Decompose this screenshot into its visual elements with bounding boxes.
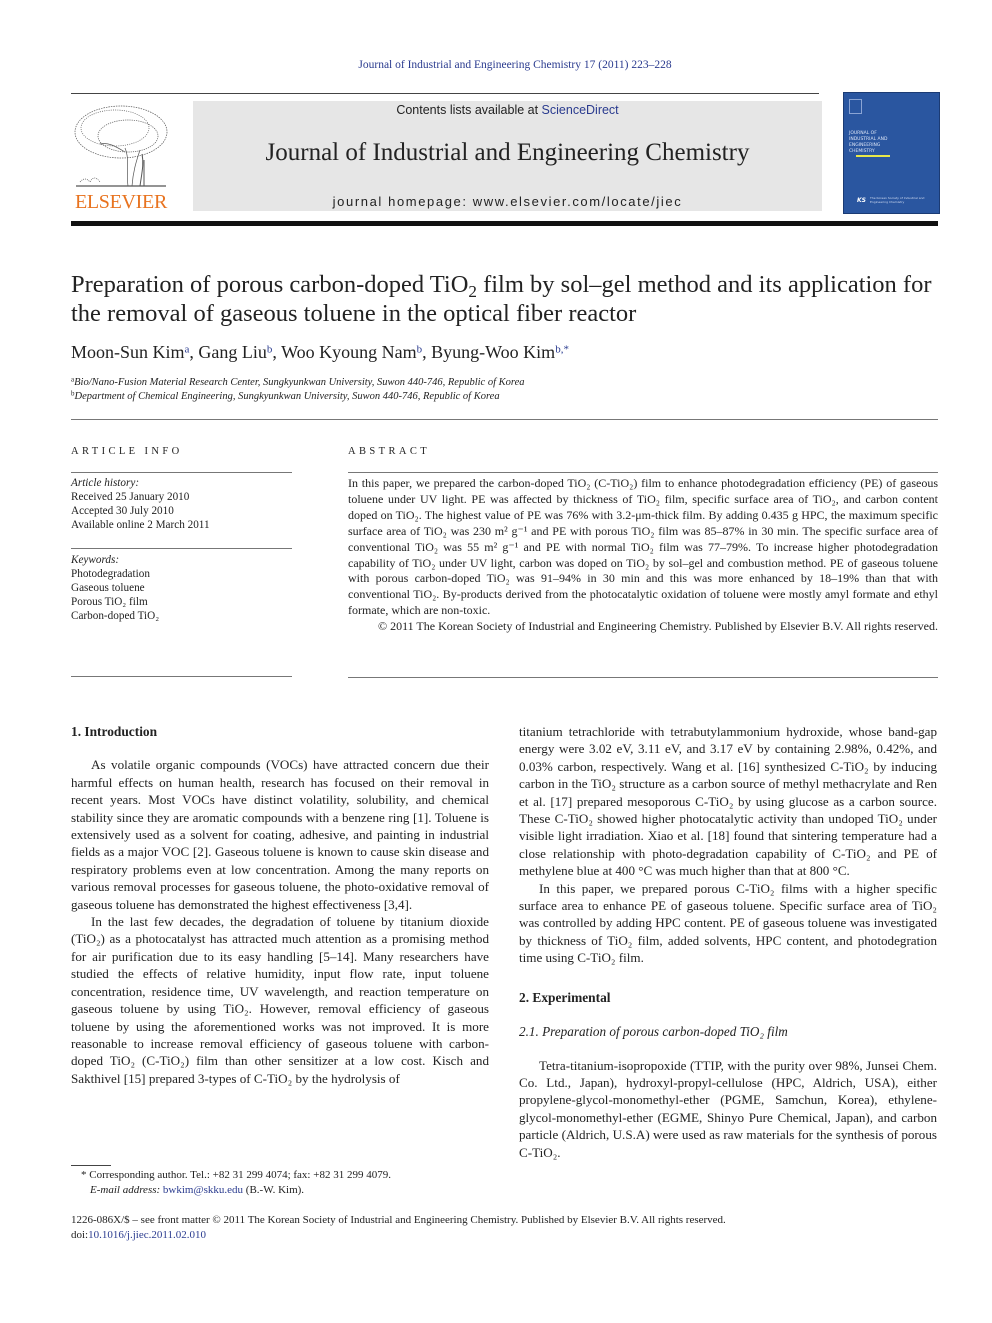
page-footer: 1226-086X/$ – see front matter © 2011 Th…	[71, 1213, 726, 1243]
journal-homepage-link[interactable]: journal homepage: www.elsevier.com/locat…	[193, 194, 822, 209]
journal-cover-thumbnail[interactable]: Journal of Industrial and Engineering Ch…	[843, 92, 940, 214]
doi-link[interactable]: 10.1016/j.jiec.2011.02.010	[88, 1229, 206, 1241]
running-head[interactable]: Journal of Industrial and Engineering Ch…	[0, 59, 992, 71]
body-column-left: 1. Introduction As volatile organic comp…	[71, 723, 489, 1087]
keyword: Gaseous toluene	[71, 582, 145, 594]
elsevier-wordmark: ELSEVIER	[74, 191, 168, 213]
article-title: Preparation of porous carbon-doped TiO2 …	[71, 270, 941, 328]
divider	[348, 677, 938, 678]
keyword: Carbon-doped TiO₂	[71, 610, 160, 622]
affiliation-mark[interactable]: b	[267, 344, 273, 356]
author-list: Moon-Sun Kima, Gang Liub, Woo Kyoung Nam…	[71, 342, 569, 362]
affiliation-mark[interactable]: b,*	[555, 344, 569, 356]
keyword: Porous TiO₂ film	[71, 596, 148, 608]
author-name: Byung-Woo Kim	[431, 342, 556, 362]
divider	[71, 676, 292, 677]
title-text: Preparation of porous carbon-doped TiO	[71, 271, 469, 298]
affiliation-mark[interactable]: a	[185, 344, 190, 356]
history-label: Article history:	[71, 477, 140, 489]
affiliation: aBio/Nano-Fusion Material Research Cente…	[71, 376, 524, 390]
keywords-label: Keywords:	[71, 554, 120, 566]
tree-icon	[74, 105, 168, 187]
paragraph: As volatile organic compounds (VOCs) hav…	[71, 757, 489, 912]
society-logo-icon: KS	[857, 197, 866, 204]
doi-label: doi:	[71, 1229, 89, 1241]
email-suffix: (B.-W. Kim).	[243, 1184, 305, 1196]
affiliation: bDepartment of Chemical Engineering, Sun…	[71, 390, 524, 404]
contents-line: Contents lists available at ScienceDirec…	[193, 103, 822, 117]
corresponding-author-note: * Corresponding author. Tel.: +82 31 299…	[81, 1168, 391, 1183]
paragraph: In this paper, we prepared porous C-TiO₂…	[519, 880, 937, 966]
affiliation-text: Bio/Nano-Fusion Material Research Center…	[74, 377, 525, 388]
corresponding-author-text: Corresponding author. Tel.: +82 31 299 4…	[89, 1169, 391, 1181]
cover-title: Journal of Industrial and Engineering Ch…	[849, 131, 887, 155]
society-name: The Korean Society of Industrial and Eng…	[870, 196, 925, 204]
email-label: E-mail address:	[90, 1184, 163, 1196]
header-rule	[71, 93, 819, 94]
doi-line: doi:10.1016/j.jiec.2011.02.010	[71, 1228, 726, 1243]
journal-banner: Contents lists available at ScienceDirec…	[193, 101, 822, 211]
abstract: In this paper, we prepared the carbon-do…	[348, 476, 938, 635]
affiliation-mark[interactable]: b	[417, 344, 423, 356]
article-history: Article history: Received 25 January 201…	[71, 476, 292, 532]
history-item: Accepted 30 July 2010	[71, 505, 174, 517]
keywords: Keywords: Photodegradation Gaseous tolue…	[71, 553, 292, 623]
keyword: Photodegradation	[71, 568, 150, 580]
divider	[71, 472, 292, 473]
header-thick-rule	[71, 221, 938, 226]
history-item: Received 25 January 2010	[71, 491, 190, 503]
cover-accent-bar	[856, 155, 890, 157]
divider	[348, 472, 938, 473]
subsection-heading: 2.1. Preparation of porous carbon-doped …	[519, 1024, 788, 1040]
elsevier-logo[interactable]: ELSEVIER	[70, 102, 172, 214]
abstract-text: In this paper, we prepared the carbon-do…	[348, 476, 938, 618]
sciencedirect-link[interactable]: ScienceDirect	[542, 103, 619, 117]
history-item: Available online 2 March 2011	[71, 519, 210, 531]
journal-title: Journal of Industrial and Engineering Ch…	[265, 139, 750, 166]
paragraph: Tetra-titanium-isopropoxide (TTIP, with …	[519, 1057, 937, 1160]
email-line: E-mail address: bwkim@skku.edu (B.-W. Ki…	[81, 1183, 391, 1198]
publisher-logo-icon	[849, 99, 862, 114]
author-name: Woo Kyoung Nam	[281, 342, 417, 362]
footnote-mark: *	[81, 1169, 87, 1181]
article-info-heading: ARTICLE INFO	[71, 446, 183, 457]
author-name: Moon-Sun Kim	[71, 342, 185, 362]
issn-line: 1226-086X/$ – see front matter © 2011 Th…	[71, 1214, 726, 1226]
abstract-heading: ABSTRACT	[348, 446, 431, 457]
affiliations: aBio/Nano-Fusion Material Research Cente…	[71, 376, 524, 404]
footnote: * Corresponding author. Tel.: +82 31 299…	[81, 1168, 391, 1198]
section-heading-introduction: 1. Introduction	[71, 724, 158, 739]
section-heading-experimental: 2. Experimental	[519, 989, 611, 1005]
body-column-right: titanium tetrachloride with tetrabutylam…	[519, 723, 937, 1161]
email-link[interactable]: bwkim@skku.edu	[163, 1184, 243, 1196]
copyright: © 2011 The Korean Society of Industrial …	[377, 619, 938, 634]
divider	[71, 548, 292, 549]
divider	[71, 419, 938, 420]
title-subscript: 2	[468, 282, 477, 302]
contents-prefix: Contents lists available at	[396, 103, 542, 117]
paragraph: In the last few decades, the degradation…	[71, 914, 489, 1086]
author-name: Gang Liu	[198, 342, 267, 362]
footnote-rule	[71, 1165, 111, 1166]
affiliation-text: Department of Chemical Engineering, Sung…	[74, 391, 500, 402]
paragraph-continued: titanium tetrachloride with tetrabutylam…	[519, 724, 937, 879]
